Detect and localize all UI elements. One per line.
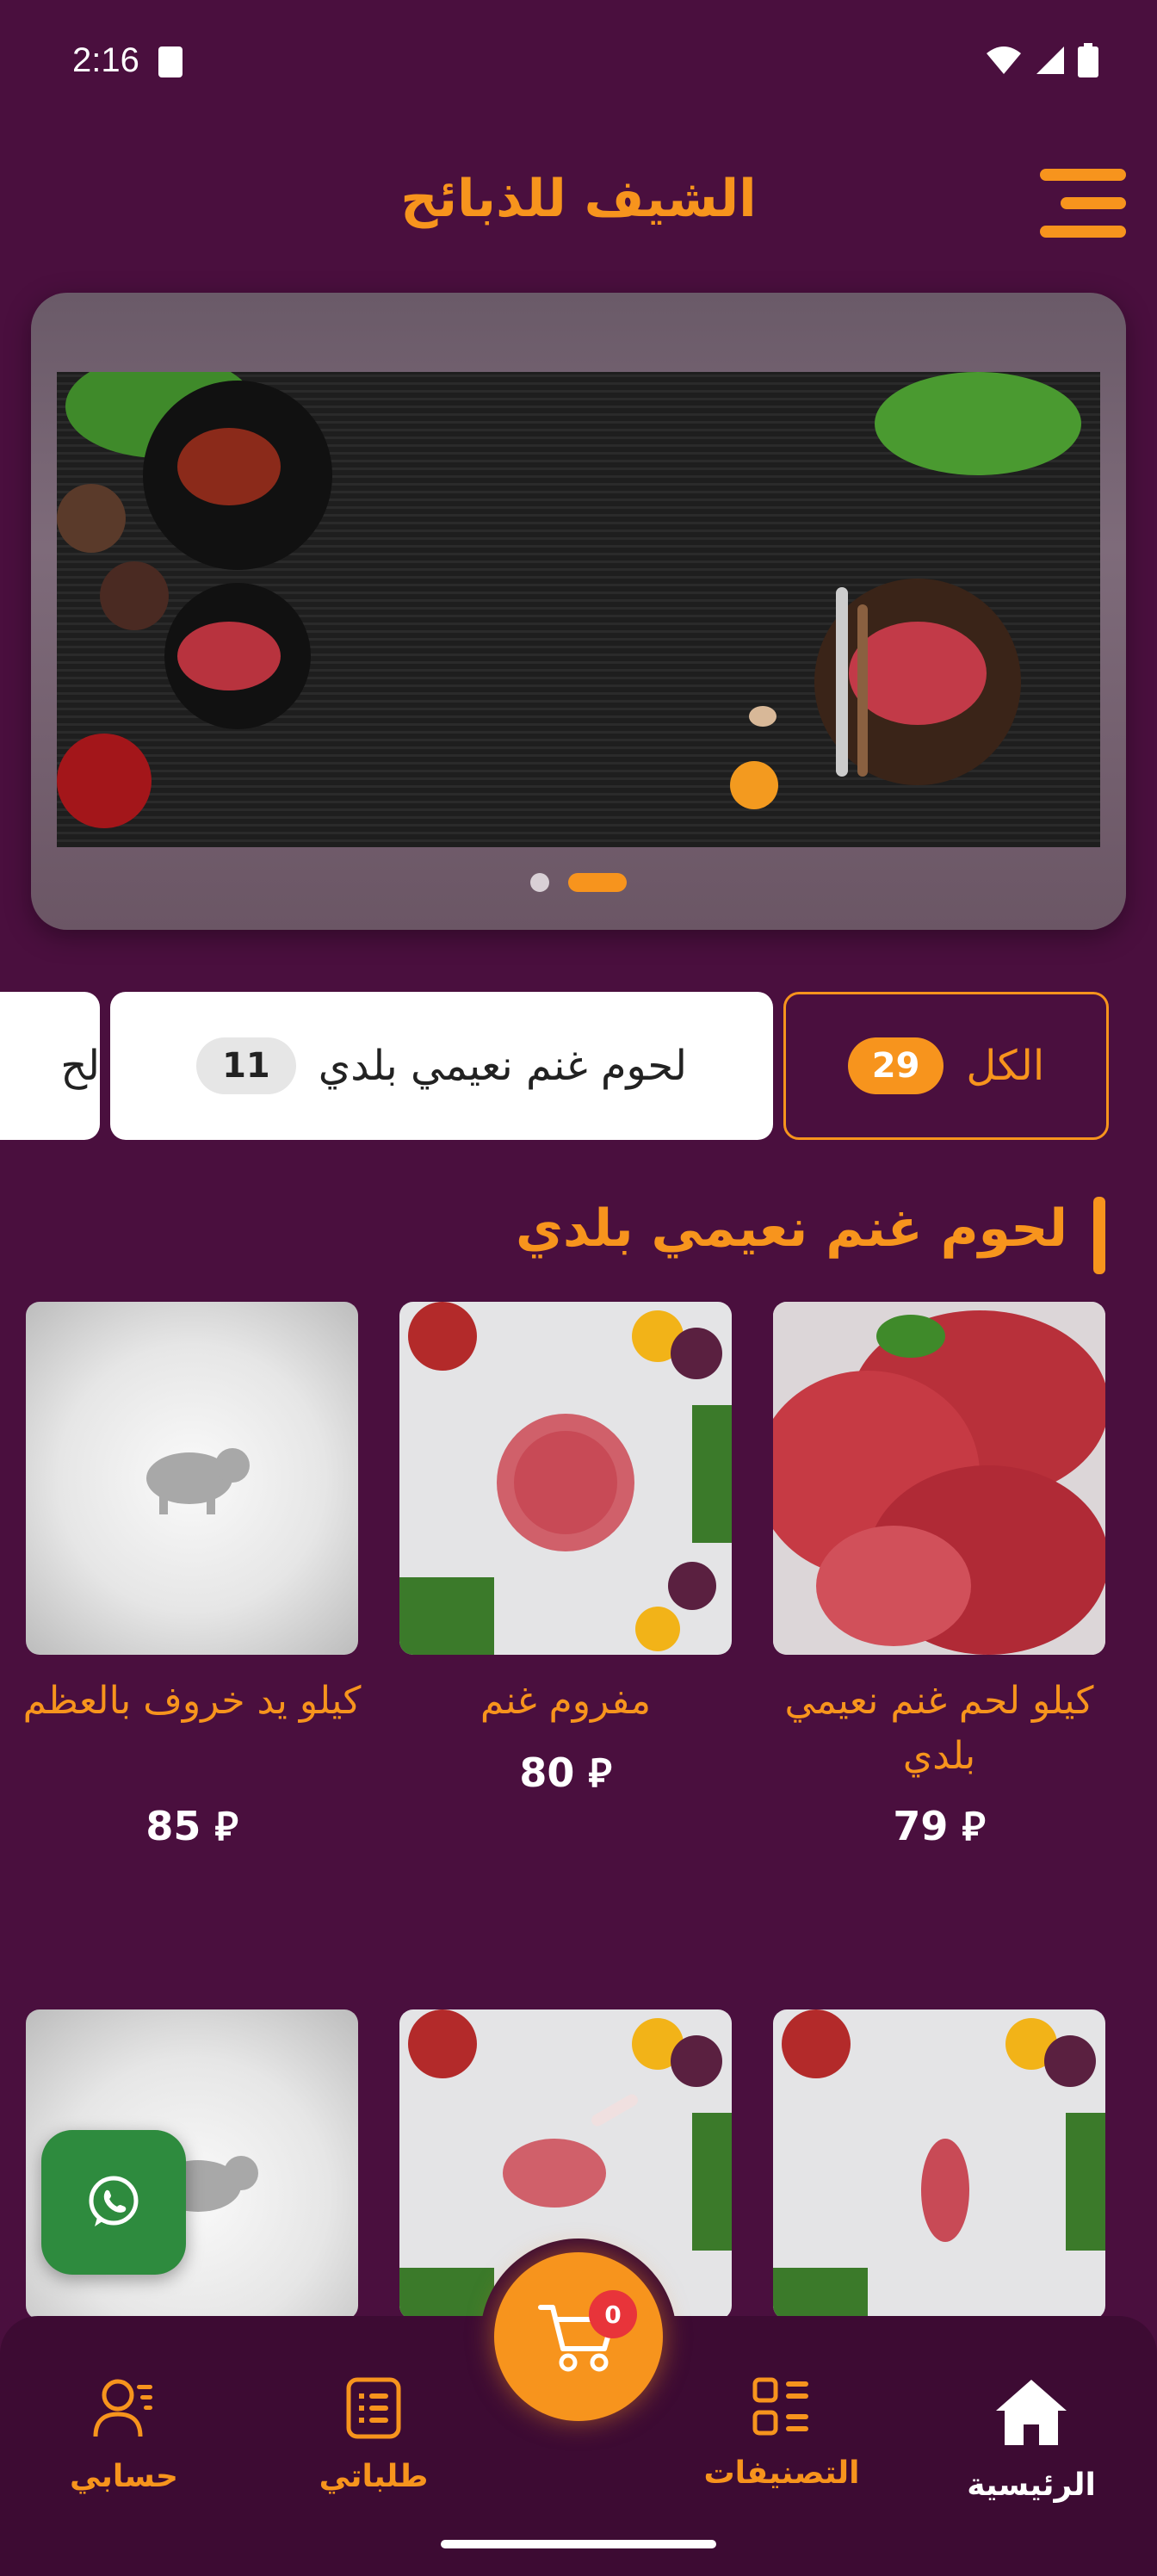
product-name[interactable]: كيلو يد خروف بالعظم: [11, 1674, 373, 1729]
nav-label: الرئيسية: [967, 2468, 1096, 2503]
price-value: 80: [519, 1749, 575, 1796]
nav-orders[interactable]: طلباتي: [262, 2376, 486, 2494]
product-name[interactable]: كيلو لحم غنم نعيمي بلدي: [758, 1674, 1120, 1784]
nav-label: طلباتي: [319, 2459, 429, 2494]
carousel-dot[interactable]: [530, 873, 549, 892]
home-indicator: [441, 2540, 716, 2548]
nav-categories[interactable]: التصنيفات: [670, 2376, 894, 2491]
nav-home[interactable]: الرئيسية: [919, 2376, 1143, 2503]
lamb-cut-image: [773, 2009, 1105, 2319]
banner-image: [57, 355, 1100, 847]
category-chip-sheep[interactable]: لحوم غنم نعيمي بلدي 11: [110, 992, 773, 1140]
user-icon: [93, 2379, 152, 2437]
category-label: الكل: [966, 1042, 1045, 1090]
section-title: لحوم غنم نعيمي بلدي: [515, 1198, 1067, 1259]
nav-account[interactable]: حسابي: [12, 2376, 236, 2494]
category-count-badge: 29: [847, 1037, 944, 1094]
sd-card-icon: [158, 46, 183, 77]
nav-label: التصنيفات: [703, 2455, 860, 2491]
riyal-icon: ⃁: [962, 1803, 986, 1849]
price-value: 85: [145, 1803, 201, 1849]
product-card-image[interactable]: [773, 2009, 1105, 2319]
price-value: 79: [893, 1803, 949, 1849]
riyal-icon: ⃁: [214, 1803, 238, 1849]
product-price: 85 ⃁: [11, 1799, 373, 1851]
whatsapp-icon: [89, 2176, 139, 2226]
product-card-image[interactable]: [26, 1302, 358, 1655]
category-chip-partial[interactable]: لح: [0, 992, 100, 1140]
promo-banner[interactable]: [31, 293, 1126, 930]
home-icon: [996, 2380, 1067, 2445]
app-title: الشيف للذبائح: [400, 169, 757, 229]
product-price: 80 ⃁: [385, 1746, 746, 1798]
product-name[interactable]: مفروم غنم: [385, 1674, 746, 1729]
category-count-badge: 11: [196, 1037, 296, 1094]
status-icons: [985, 43, 1098, 77]
riyal-icon: ⃁: [588, 1749, 612, 1796]
banner-artwork: [57, 355, 1081, 828]
whatsapp-button[interactable]: [41, 2130, 186, 2275]
placeholder-sheep-icon: [146, 1448, 250, 1514]
section-accent-bar: [1093, 1197, 1105, 1274]
category-chip-all[interactable]: الكل 29: [783, 992, 1109, 1140]
cart-count-badge: 0: [589, 2290, 637, 2338]
category-label: لحوم غنم نعيمي بلدي: [318, 1042, 687, 1090]
orders-list-icon: [346, 2377, 401, 2439]
product-card-image[interactable]: [399, 1302, 732, 1655]
menu-icon[interactable]: [1040, 169, 1126, 238]
grid-icon: [752, 2377, 808, 2436]
category-label: لح: [60, 1042, 100, 1090]
product-price: 79 ⃁: [758, 1799, 1120, 1851]
wifi-icon: [987, 46, 1021, 74]
status-time: 2:16: [72, 41, 139, 79]
carousel-dot-active[interactable]: [568, 873, 627, 892]
product-card-image[interactable]: [773, 1302, 1105, 1655]
nav-label: حسابي: [69, 2459, 179, 2494]
raw-meat-image: [773, 1302, 1105, 1655]
cart-button[interactable]: [494, 2252, 663, 2421]
minced-meat-image: [399, 1302, 732, 1655]
battery-icon: [1078, 43, 1098, 77]
signal-icon: [1036, 46, 1064, 74]
